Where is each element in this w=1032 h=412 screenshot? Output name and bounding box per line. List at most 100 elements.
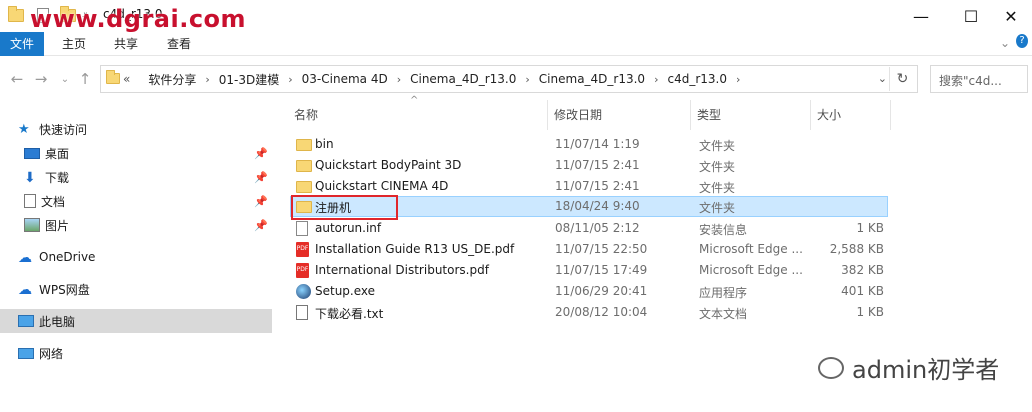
file-type: Microsoft Edge ... <box>699 242 803 256</box>
refresh-icon[interactable]: ↻ <box>889 67 915 91</box>
sidebar-item-label: WPS网盘 <box>39 282 90 297</box>
chevron-right-icon[interactable]: › <box>288 73 292 86</box>
computer-icon <box>18 315 34 327</box>
text-file-icon <box>296 305 308 320</box>
file-row[interactable]: Quickstart BodyPaint 3D 11/07/15 2:41 文件… <box>290 155 888 176</box>
up-arrow-icon[interactable]: ↑ <box>74 68 96 90</box>
chevron-right-icon[interactable]: › <box>205 73 209 86</box>
cloud-icon: ☁ <box>18 250 32 266</box>
file-name: Setup.exe <box>315 284 376 298</box>
file-size: 382 KB <box>841 263 884 277</box>
pin-icon[interactable]: 📌 <box>254 195 268 208</box>
tab-file[interactable]: 文件 <box>0 32 45 56</box>
folder-icon <box>106 70 120 84</box>
breadcrumb-item[interactable]: 03-Cinema 4D <box>302 72 388 86</box>
column-header-type[interactable]: 类型 <box>691 100 811 130</box>
file-name: Quickstart CINEMA 4D <box>315 179 449 193</box>
breadcrumb-overflow[interactable]: « <box>123 72 130 86</box>
help-icon[interactable]: ? <box>1016 34 1028 48</box>
address-dropdown-icon[interactable]: ⌄ <box>878 72 887 85</box>
tab-share[interactable]: 共享 <box>104 32 148 56</box>
file-name: autorun.inf <box>315 221 382 235</box>
chevron-right-icon[interactable]: › <box>736 73 740 86</box>
sidebar-item-label: 网络 <box>39 346 64 361</box>
column-header-name[interactable]: 名称 <box>288 100 548 130</box>
breadcrumb: « 软件分享 › 01-3D建模 › 03-Cinema 4D › Cinema… <box>123 66 749 92</box>
search-input[interactable]: 搜索"c4d... <box>930 65 1028 93</box>
breadcrumb-item[interactable]: 软件分享 <box>148 71 196 88</box>
column-header-size[interactable]: 大小 <box>811 100 891 130</box>
sidebar-item-onedrive[interactable]: ☁ OneDrive <box>0 245 272 269</box>
file-row[interactable]: 下载必看.txt 20/08/12 10:04 文本文档 1 KB <box>290 302 888 323</box>
file-row[interactable]: Quickstart CINEMA 4D 11/07/15 2:41 文件夹 <box>290 176 888 197</box>
sidebar-item-wps[interactable]: ☁ WPS网盘 <box>0 277 272 301</box>
navigation-bar: ← → ⌄ ↑ « 软件分享 › 01-3D建模 › 03-Cinema 4D … <box>0 62 1032 96</box>
navigation-pane: ★ 快速访问 桌面 📌 ⬇ 下载 📌 文档 📌 图片 📌 ☁ OneDrive … <box>0 100 280 412</box>
file-name: International Distributors.pdf <box>315 263 489 277</box>
forward-arrow-icon[interactable]: → <box>30 68 52 90</box>
close-button[interactable]: ✕ <box>988 0 1032 32</box>
file-date: 11/06/29 20:41 <box>555 284 648 298</box>
sidebar-item-pictures[interactable]: 图片 📌 <box>0 213 272 237</box>
file-type: 应用程序 <box>699 286 748 300</box>
recent-dropdown-icon[interactable]: ⌄ <box>54 68 76 90</box>
sidebar-item-label: 文档 <box>41 194 66 209</box>
watermark: www.dgrai.com <box>30 5 247 33</box>
file-size: 1 KB <box>856 305 884 319</box>
expand-ribbon-icon[interactable]: ⌄ <box>1000 36 1010 50</box>
file-row[interactable]: PDF Installation Guide R13 US_DE.pdf 11/… <box>290 239 888 260</box>
file-date: 11/07/15 17:49 <box>555 263 648 277</box>
pin-icon[interactable]: 📌 <box>254 147 268 160</box>
breadcrumb-item[interactable]: Cinema_4D_r13.0 <box>539 72 645 86</box>
chevron-right-icon[interactable]: › <box>654 73 658 86</box>
chevron-right-icon[interactable]: › <box>397 73 401 86</box>
file-row[interactable]: PDF International Distributors.pdf 11/07… <box>290 260 888 281</box>
file-type: 文件夹 <box>699 160 736 174</box>
sidebar-item-this-pc[interactable]: 此电脑 <box>0 309 272 333</box>
pdf-icon: PDF <box>296 263 309 278</box>
address-bar[interactable]: « 软件分享 › 01-3D建模 › 03-Cinema 4D › Cinema… <box>100 65 918 93</box>
file-date: 11/07/15 22:50 <box>555 242 648 256</box>
sidebar-item-quick-access[interactable]: ★ 快速访问 <box>0 117 272 141</box>
file-date: 08/11/05 2:12 <box>555 221 640 235</box>
tab-home[interactable]: 主页 <box>52 32 96 56</box>
pin-icon[interactable]: 📌 <box>254 219 268 232</box>
breadcrumb-item[interactable]: 01-3D建模 <box>219 71 279 88</box>
sidebar-item-label: 快速访问 <box>39 122 88 137</box>
file-type: 文件夹 <box>699 139 736 153</box>
sidebar-item-label: 此电脑 <box>39 314 76 329</box>
file-name: bin <box>315 137 334 151</box>
minimize-button[interactable]: — <box>898 0 944 32</box>
pdf-icon: PDF <box>296 242 309 257</box>
file-name: Installation Guide R13 US_DE.pdf <box>315 242 515 256</box>
file-date: 20/08/12 10:04 <box>555 305 648 319</box>
desktop-icon <box>24 147 40 159</box>
file-row[interactable]: bin 11/07/14 1:19 文件夹 <box>290 134 888 155</box>
tab-view[interactable]: 查看 <box>157 32 201 56</box>
pin-icon[interactable]: 📌 <box>254 171 268 184</box>
star-icon: ★ <box>18 122 30 137</box>
ribbon-tabs: 文件 主页 共享 查看 ⌄ ? <box>0 32 1032 56</box>
sidebar-item-documents[interactable]: 文档 📌 <box>0 189 272 213</box>
file-row[interactable]: Setup.exe 11/06/29 20:41 应用程序 401 KB <box>290 281 888 302</box>
pictures-icon <box>24 218 40 232</box>
file-size: 2,588 KB <box>829 242 884 256</box>
download-icon: ⬇ <box>24 170 36 186</box>
folder-icon <box>296 160 312 172</box>
document-icon <box>24 194 36 208</box>
breadcrumb-item[interactable]: Cinema_4D_r13.0 <box>410 72 516 86</box>
sidebar-item-downloads[interactable]: ⬇ 下载 📌 <box>0 165 272 189</box>
file-name: Quickstart BodyPaint 3D <box>315 158 462 172</box>
sidebar-item-desktop[interactable]: 桌面 📌 <box>0 141 272 165</box>
sidebar-item-network[interactable]: 网络 <box>0 341 272 365</box>
file-row[interactable]: autorun.inf 08/11/05 2:12 安装信息 1 KB <box>290 218 888 239</box>
chevron-right-icon[interactable]: › <box>525 73 529 86</box>
breadcrumb-item[interactable]: c4d_r13.0 <box>667 72 727 86</box>
sidebar-item-label: 桌面 <box>45 146 70 161</box>
sidebar-item-label: 下载 <box>45 170 70 185</box>
sidebar-item-label: OneDrive <box>39 250 96 264</box>
column-header-date[interactable]: 修改日期 <box>548 100 691 130</box>
brand-watermark: admin初学者 <box>818 350 999 385</box>
file-type: Microsoft Edge ... <box>699 263 803 277</box>
back-arrow-icon[interactable]: ← <box>6 68 28 90</box>
